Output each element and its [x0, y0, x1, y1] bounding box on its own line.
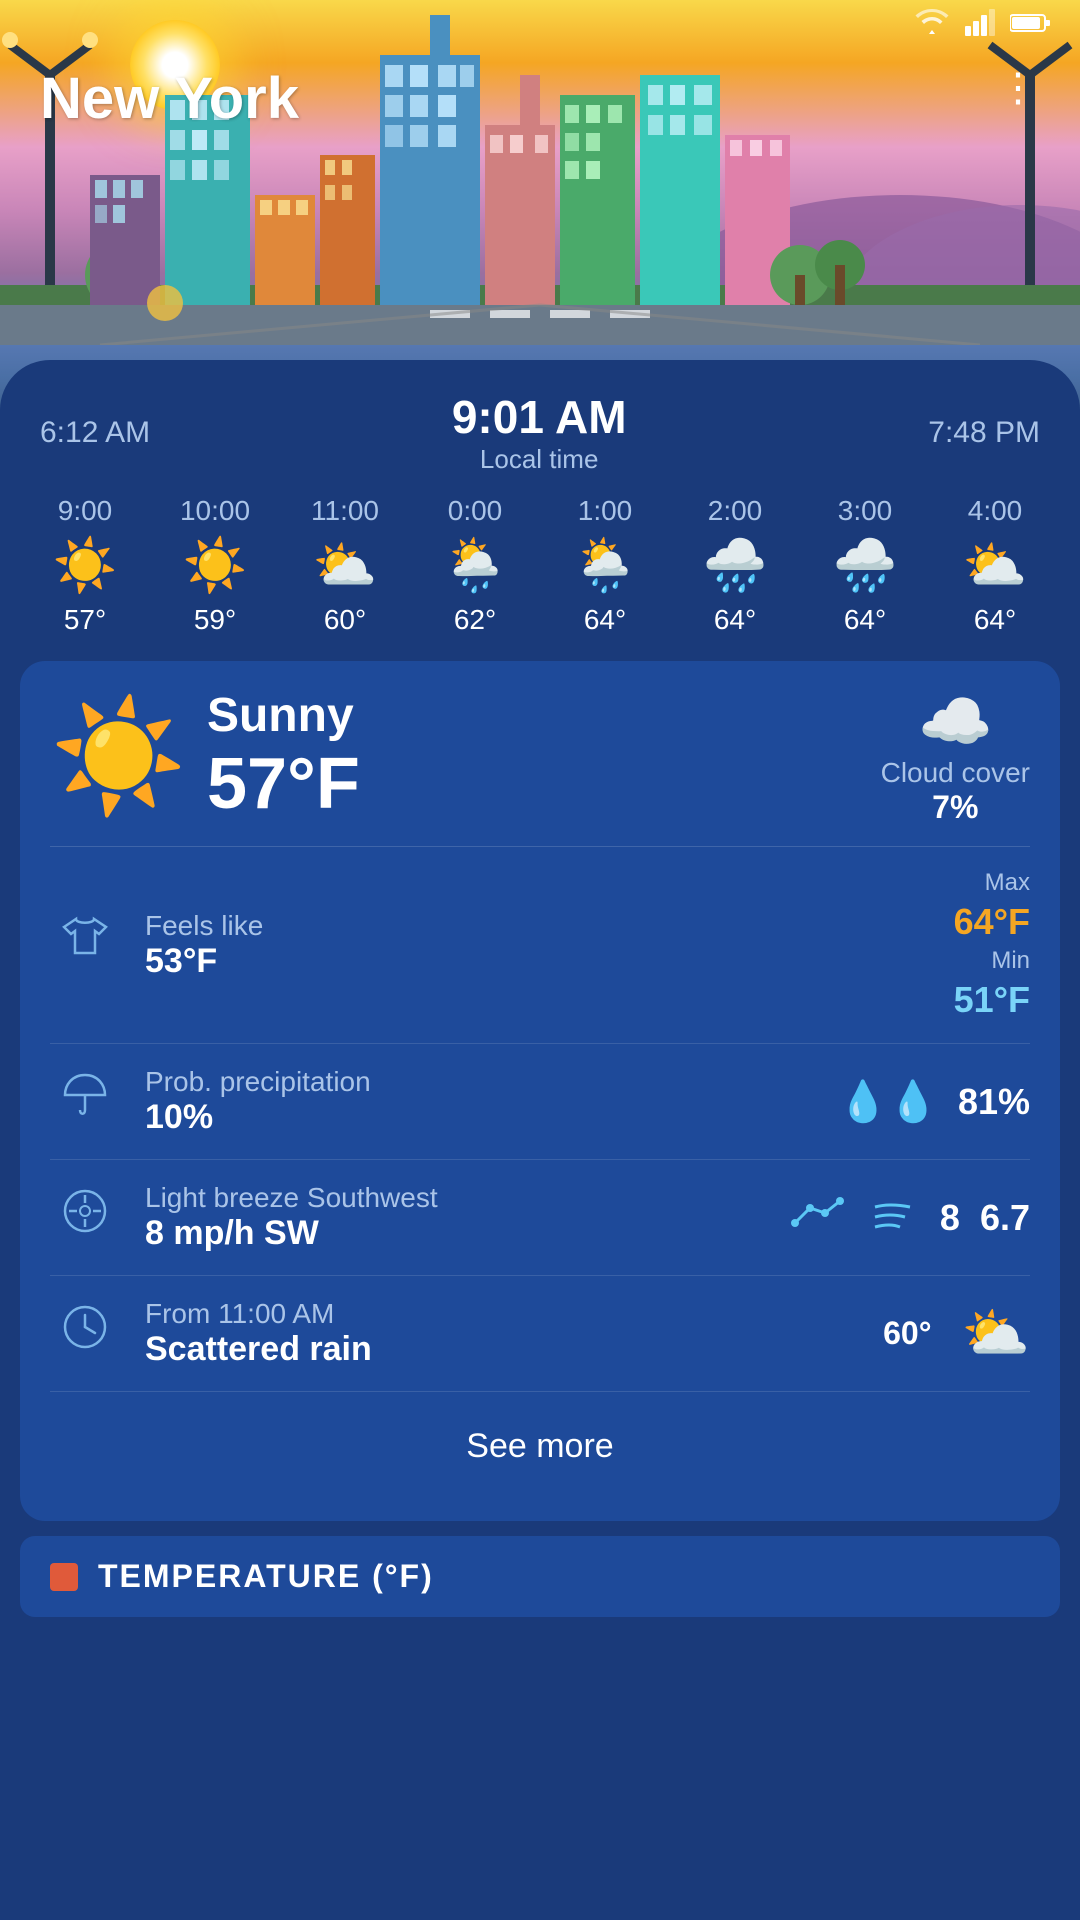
city-illustration — [0, 0, 1080, 345]
wind-value: 8 mp/h SW — [145, 1214, 765, 1253]
hour-icon: ⛅ — [313, 535, 378, 596]
hour-temp: 62° — [454, 604, 496, 636]
hourly-item: 10:00 ☀️ 59° — [150, 495, 280, 636]
battery-icon — [1010, 9, 1050, 41]
hour-label: 1:00 — [578, 495, 633, 527]
hour-icon: 🌦️ — [573, 535, 638, 596]
precip-value: 10% — [145, 1098, 813, 1137]
condition-temp: 57°F — [207, 743, 360, 825]
conditions-top: ☀️ Sunny 57°F ☁️ Cloud cover 7% — [50, 686, 1030, 847]
hour-icon: 🌧️ — [703, 535, 768, 596]
hour-label: 3:00 — [838, 495, 893, 527]
precipitation-row: Prob. precipitation 10% 💧💧 81% — [50, 1044, 1030, 1160]
hourly-item: 3:00 🌧️ 64° — [800, 495, 930, 636]
min-value: 51°F — [954, 979, 1030, 1021]
min-label: Min — [991, 947, 1030, 975]
hour-label: 0:00 — [448, 495, 503, 527]
signal-icon — [965, 8, 995, 43]
next-condition-time: From 11:00 AM — [145, 1298, 858, 1330]
hour-label: 10:00 — [180, 495, 250, 527]
city-header: New York ⋮ — [0, 0, 1080, 420]
wind-text: Light breeze Southwest 8 mp/h SW — [145, 1182, 765, 1253]
umbrella-icon — [50, 1070, 120, 1133]
local-time-value: 9:01 AM — [452, 390, 627, 444]
feels-like-value: 53°F — [145, 942, 929, 981]
max-label: Max — [985, 869, 1030, 897]
cloud-cover-pct: 7% — [932, 789, 978, 825]
hour-label: 11:00 — [311, 495, 379, 527]
clock-icon — [50, 1301, 120, 1366]
hourly-item: 9:00 ☀️ 57° — [20, 495, 150, 636]
local-time-display: 9:01 AM Local time — [452, 390, 627, 475]
wind-stats: 8 6.7 — [790, 1193, 1030, 1242]
precip-label: Prob. precipitation — [145, 1066, 813, 1098]
hour-temp: 59° — [194, 604, 236, 636]
hour-temp: 64° — [714, 604, 756, 636]
feels-like-row: Feels like 53°F Max 64°F Min 51°F — [50, 847, 1030, 1044]
wind-graph-icon — [790, 1193, 850, 1242]
wind-lines-icon — [870, 1195, 920, 1240]
hour-icon: ☀️ — [53, 535, 118, 596]
next-icon: ⛅ — [962, 1301, 1030, 1366]
sunrise-time: 6:12 AM — [40, 416, 150, 450]
main-weather-icon: ☀️ — [50, 692, 187, 821]
wind-num: 8 — [940, 1197, 960, 1239]
temp-color-indicator — [50, 1563, 78, 1591]
max-min-display: Max 64°F Min 51°F — [954, 869, 1030, 1021]
weather-panel: 6:12 AM 9:01 AM Local time 7:48 PM 9:00 … — [0, 360, 1080, 1920]
cloud-icon: ☁️ — [918, 688, 993, 755]
feels-like-text: Feels like 53°F — [145, 910, 929, 981]
hourly-item: 1:00 🌦️ 64° — [540, 495, 670, 636]
time-row: 6:12 AM 9:01 AM Local time 7:48 PM — [0, 360, 1080, 485]
hour-icon: 🌧️ — [833, 535, 898, 596]
status-bar — [0, 0, 1080, 50]
main-condition: ☀️ Sunny 57°F — [50, 688, 360, 825]
hourly-item: 2:00 🌧️ 64° — [670, 495, 800, 636]
temp-section-label: TEMPERATURE (°F) — [98, 1558, 434, 1595]
wind-label: Light breeze Southwest — [145, 1182, 765, 1214]
next-condition-text: From 11:00 AM Scattered rain — [145, 1298, 858, 1369]
hour-temp: 64° — [584, 604, 626, 636]
hourly-item: 0:00 🌦️ 62° — [410, 495, 540, 636]
hourly-item: 4:00 ⛅ 64° — [930, 495, 1060, 636]
conditions-card: ☀️ Sunny 57°F ☁️ Cloud cover 7% Feels li… — [20, 661, 1060, 1521]
cloud-cover-display: ☁️ Cloud cover 7% — [881, 686, 1030, 826]
hour-temp: 60° — [324, 604, 366, 636]
max-value: 64°F — [954, 901, 1030, 943]
next-temp: 60° — [883, 1315, 931, 1352]
next-condition-label: Scattered rain — [145, 1330, 858, 1369]
conditions-text: Sunny 57°F — [207, 688, 360, 825]
local-time-label: Local time — [452, 444, 627, 475]
hour-icon: ⛅ — [963, 535, 1028, 596]
cloud-cover-label: Cloud cover — [881, 757, 1030, 789]
hour-temp: 64° — [844, 604, 886, 636]
drops-icon: 💧💧 — [838, 1078, 938, 1125]
city-name: New York — [40, 65, 299, 132]
hour-label: 2:00 — [708, 495, 763, 527]
precip-text: Prob. precipitation 10% — [145, 1066, 813, 1137]
more-menu-button[interactable]: ⋮ — [998, 65, 1040, 111]
tshirt-icon — [50, 913, 120, 978]
feels-like-label: Feels like — [145, 910, 929, 942]
wind-icon — [50, 1185, 120, 1250]
sunset-time: 7:48 PM — [928, 416, 1040, 450]
wind-row: Light breeze Southwest 8 mp/h SW — [50, 1160, 1030, 1276]
hourly-item: 11:00 ⛅ 60° — [280, 495, 410, 636]
next-condition-right: 60° ⛅ — [883, 1301, 1030, 1366]
hour-icon: ☀️ — [183, 535, 248, 596]
hour-label: 9:00 — [58, 495, 113, 527]
hour-temp: 57° — [64, 604, 106, 636]
humidity-display: 💧💧 81% — [838, 1078, 1030, 1125]
hour-temp: 64° — [974, 604, 1016, 636]
see-more-button[interactable]: See more — [50, 1397, 1030, 1496]
next-condition-row: From 11:00 AM Scattered rain 60° ⛅ — [50, 1276, 1030, 1392]
wind-gust: 6.7 — [980, 1197, 1030, 1239]
hour-icon: 🌦️ — [443, 535, 508, 596]
condition-label: Sunny — [207, 688, 360, 743]
humidity-value: 81% — [958, 1081, 1030, 1123]
wifi-icon — [914, 8, 950, 43]
temperature-section: TEMPERATURE (°F) — [20, 1536, 1060, 1617]
hour-label: 4:00 — [968, 495, 1023, 527]
hourly-forecast[interactable]: 9:00 ☀️ 57° 10:00 ☀️ 59° 11:00 ⛅ 60° 0:0… — [0, 485, 1080, 646]
